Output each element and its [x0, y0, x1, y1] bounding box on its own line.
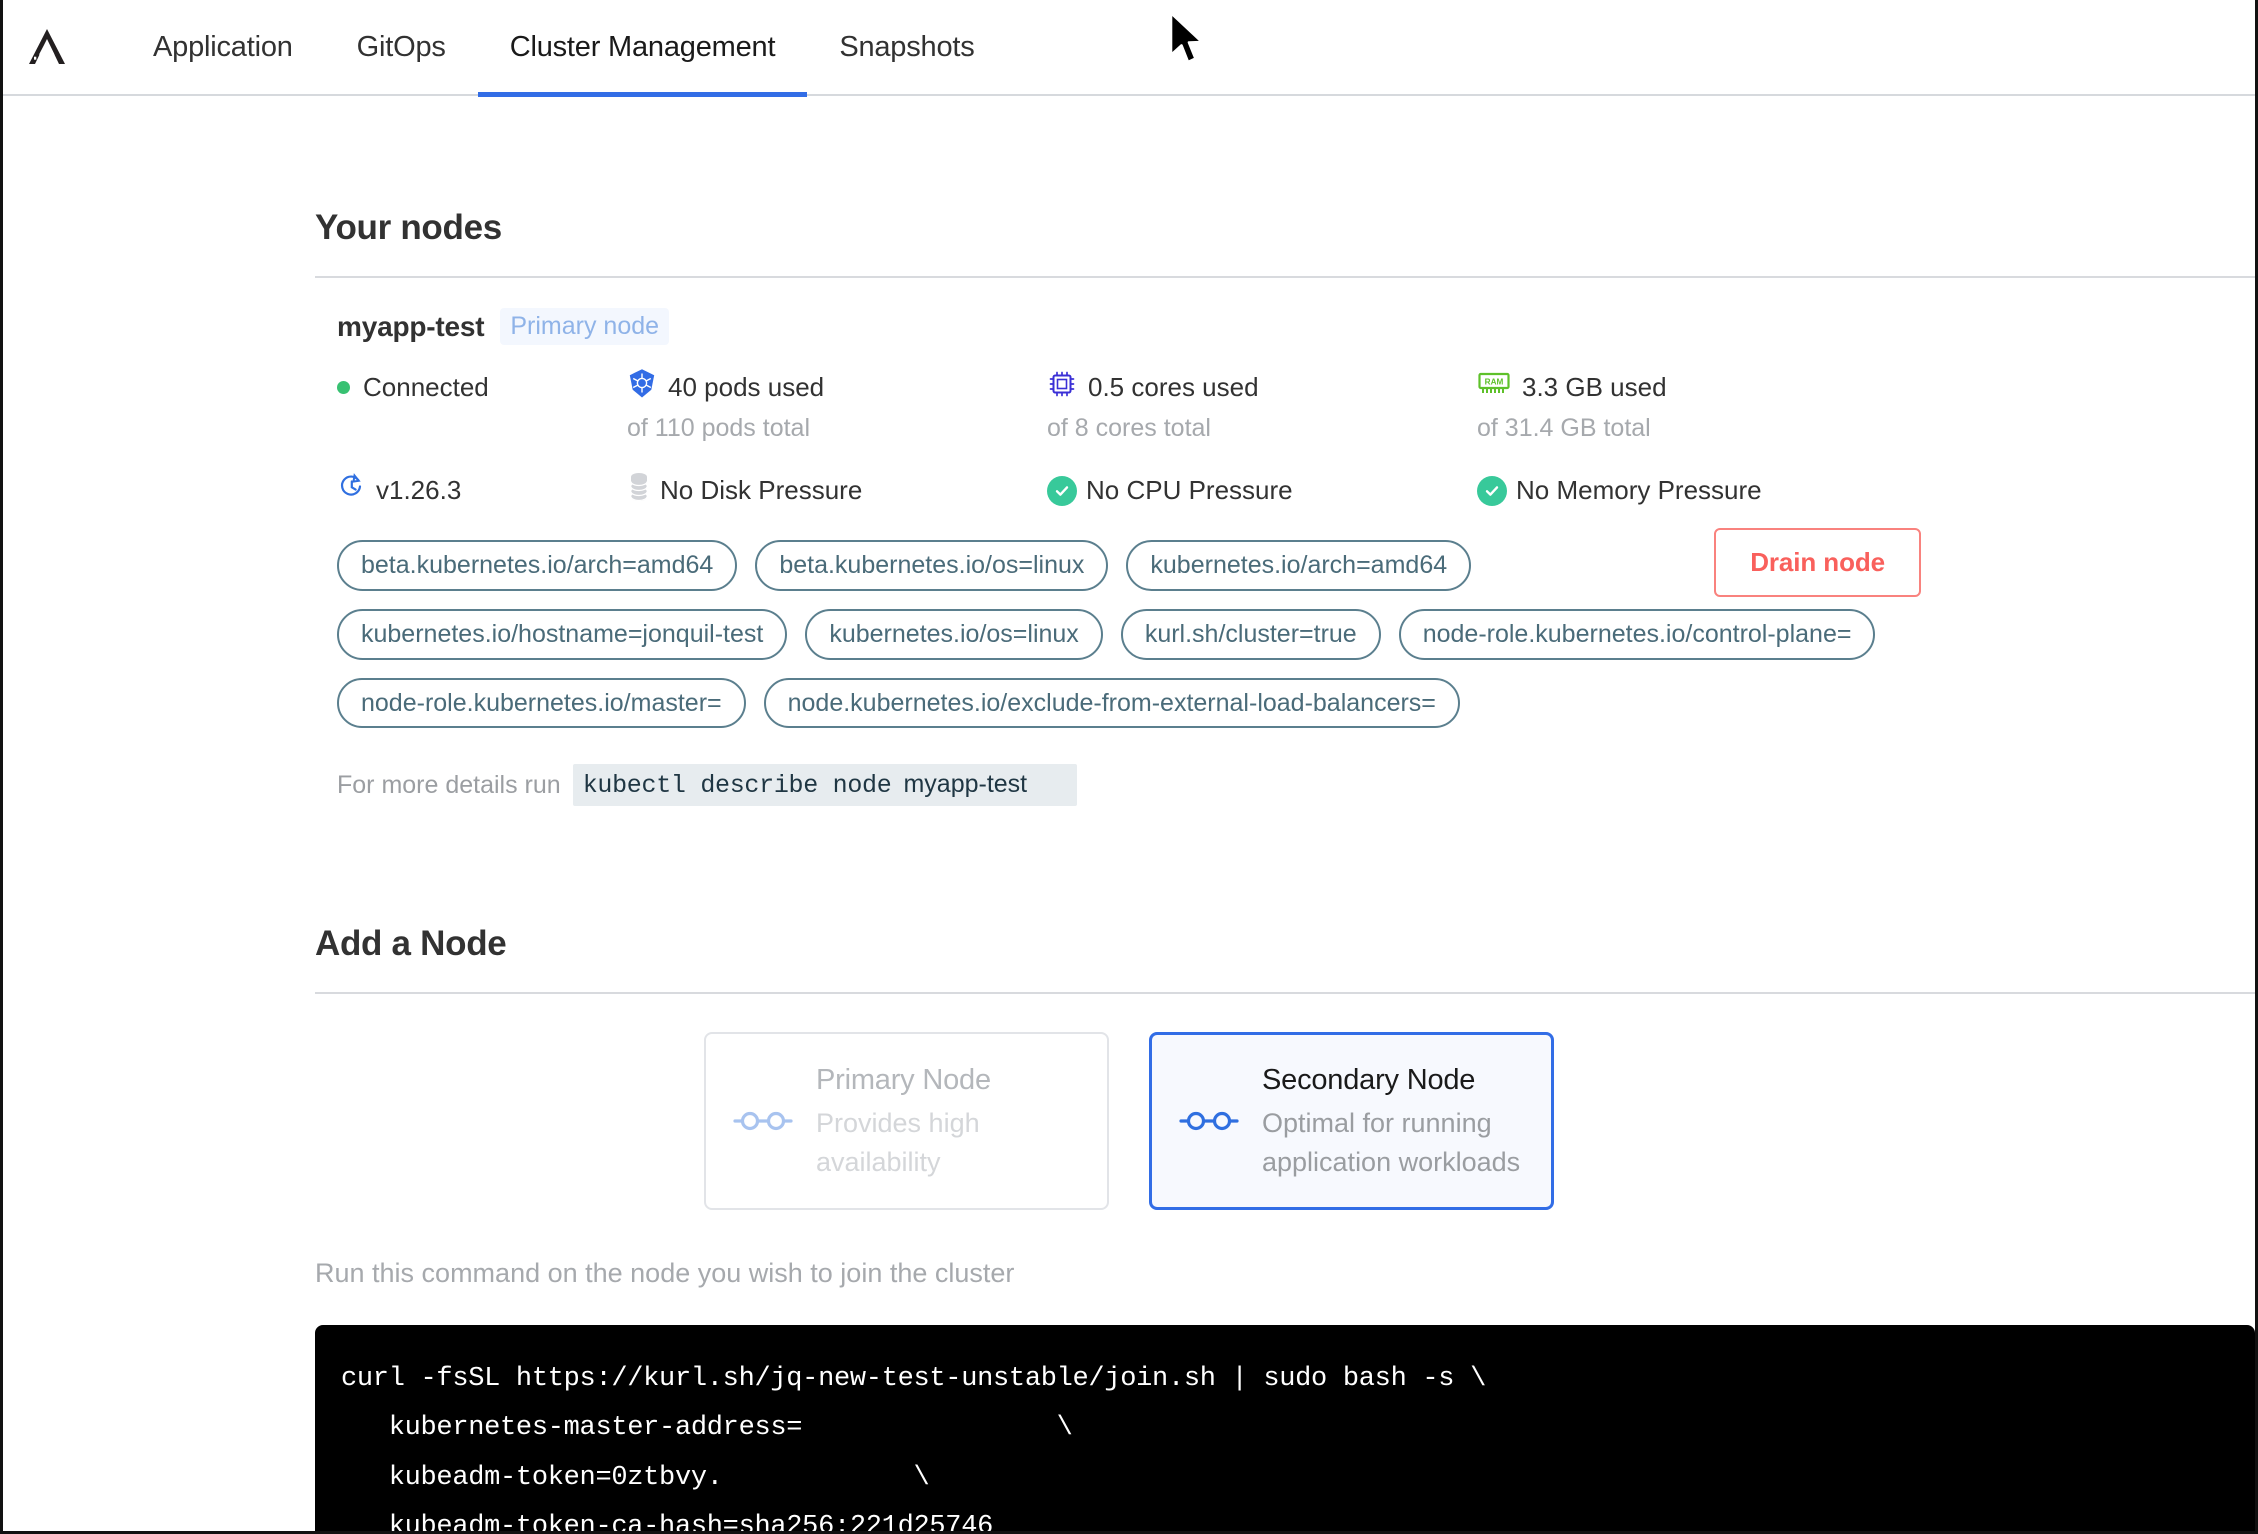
node-disk-pressure: No Disk Pressure	[627, 471, 1047, 510]
nav-item-cluster-management[interactable]: Cluster Management	[477, 0, 808, 97]
replicated-logo-icon[interactable]	[21, 21, 73, 73]
pods-used-label: 40 pods used	[668, 371, 825, 402]
node-type-text: Primary Node Provides high availability	[816, 1061, 1076, 1181]
node-header: myapp-test Primary node	[337, 308, 1921, 345]
check-circle-icon	[1047, 475, 1077, 506]
node-memory-stat: RAM 3.3 GB used of 31.4 GB total	[1477, 367, 1907, 443]
node-details-hint: For more details run kubectl describe no…	[337, 764, 1921, 807]
node-label-pill: kubernetes.io/os=linux	[805, 608, 1103, 660]
node-label-pill: kubernetes.io/hostname=jonquil-test	[337, 608, 788, 660]
nav-items: Application GitOps Cluster Management Sn…	[121, 0, 1007, 97]
details-command-node: myapp-test	[903, 770, 1028, 799]
nav-item-label: Application	[153, 30, 293, 63]
join-command-terminal[interactable]: curl -fsSL https://kurl.sh/jq-new-test-u…	[315, 1325, 2255, 1531]
node-label-pill: kurl.sh/cluster=true	[1120, 608, 1381, 660]
node-label-pill: beta.kubernetes.io/os=linux	[755, 540, 1109, 591]
node-type-title: Primary Node	[816, 1064, 991, 1097]
node-cpu-stat: 0.5 cores used of 8 cores total	[1047, 367, 1477, 443]
node-memory-pressure: No Memory Pressure	[1477, 475, 1907, 506]
node-link-icon	[1178, 1108, 1240, 1134]
node-type-title: Secondary Node	[1262, 1064, 1476, 1097]
node-labels-list: beta.kubernetes.io/arch=amd64 beta.kuber…	[337, 540, 1921, 729]
disk-stack-icon	[627, 471, 651, 510]
node-connection-status: Connected	[337, 367, 627, 407]
nav-item-label: Cluster Management	[509, 30, 776, 63]
cores-used-label: 0.5 cores used	[1088, 371, 1259, 402]
node-type-description: Provides high availability	[816, 1108, 980, 1177]
node-kubernetes-version: v1.26.3	[337, 472, 627, 509]
disk-pressure-label: No Disk Pressure	[660, 475, 863, 505]
node-pods-stat: 40 pods used of 110 pods total	[627, 367, 1047, 443]
app-root: Application GitOps Cluster Management Sn…	[0, 0, 2258, 1534]
node-role-badge: Primary node	[500, 308, 670, 345]
details-command-text: kubectl describe node	[582, 771, 892, 801]
add-node-title: Add a Node	[315, 924, 507, 964]
nav-item-snapshots[interactable]: Snapshots	[807, 0, 1006, 95]
run-command-hint: Run this command on the node you wish to…	[315, 1258, 1015, 1289]
cpu-pressure-label: No CPU Pressure	[1086, 475, 1293, 505]
node-label-pill: node-role.kubernetes.io/control-plane=	[1398, 608, 1876, 660]
main-content: Your nodes myapp-test Primary node Conne…	[3, 208, 2255, 1531]
node-type-card-primary[interactable]: Primary Node Provides high availability	[704, 1032, 1109, 1211]
your-nodes-title: Your nodes	[315, 208, 502, 247]
node-name: myapp-test	[337, 310, 485, 342]
node-label-pill: kubernetes.io/arch=amd64	[1126, 540, 1472, 591]
details-command-snippet[interactable]: kubectl describe node myapp-test	[572, 764, 1078, 807]
connection-status-label: Connected	[363, 371, 489, 402]
details-prefix-label: For more details run	[337, 770, 561, 799]
node-label-pill: beta.kubernetes.io/arch=amd64	[337, 540, 738, 591]
memory-pressure-label: No Memory Pressure	[1516, 475, 1762, 505]
nav-item-label: Snapshots	[839, 30, 975, 63]
kubernetes-icon	[627, 368, 657, 406]
top-navbar: Application GitOps Cluster Management Sn…	[3, 0, 2255, 97]
pods-total-label: of 110 pods total	[627, 414, 811, 442]
cpu-chip-icon	[1047, 369, 1077, 406]
node-type-card-secondary[interactable]: Secondary Node Optimal for running appli…	[1149, 1032, 1554, 1211]
memory-used-label: 3.3 GB used	[1522, 371, 1667, 402]
node-conditions-row: v1.26.3 No Disk Pressure No CPU Pressure…	[337, 471, 1921, 510]
drain-node-button[interactable]: Drain node	[1714, 528, 1921, 597]
nav-item-label: GitOps	[356, 30, 446, 63]
node-label-pill: node-role.kubernetes.io/master=	[337, 677, 746, 729]
node-type-text: Secondary Node Optimal for running appli…	[1262, 1061, 1522, 1181]
node-link-icon	[732, 1108, 794, 1134]
section-divider	[315, 992, 2255, 995]
node-type-selector: Primary Node Provides high availability	[315, 1032, 1943, 1211]
ram-stick-icon: RAM	[1477, 370, 1511, 405]
status-dot-icon	[337, 380, 350, 394]
nav-item-gitops[interactable]: GitOps	[325, 0, 478, 95]
cores-total-label: of 8 cores total	[1047, 414, 1211, 442]
node-cpu-pressure: No CPU Pressure	[1047, 475, 1477, 506]
kubernetes-version-icon	[337, 472, 367, 509]
nav-item-application[interactable]: Application	[121, 0, 325, 95]
node-card: myapp-test Primary node Connected 40 pod…	[315, 278, 1943, 807]
node-type-description: Optimal for running application workload…	[1262, 1108, 1521, 1177]
node-stats-row: Connected 40 pods used of 110 pods total…	[337, 367, 1921, 443]
node-label-pill: node.kubernetes.io/exclude-from-external…	[763, 677, 1460, 729]
svg-text:RAM: RAM	[1485, 377, 1504, 386]
kubernetes-version-label: v1.26.3	[376, 475, 462, 505]
memory-total-label: of 31.4 GB total	[1477, 414, 1651, 442]
check-circle-icon	[1477, 475, 1507, 506]
